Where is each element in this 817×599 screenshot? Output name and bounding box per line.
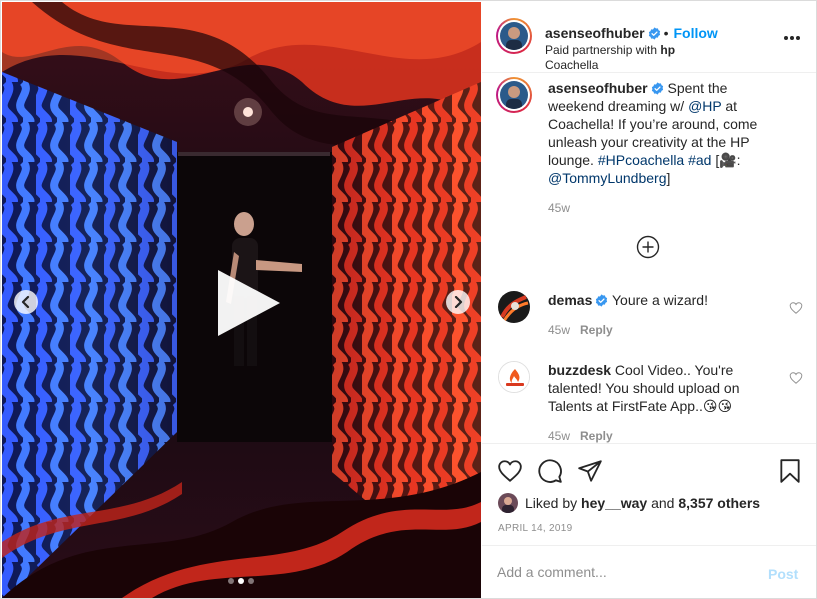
caption-timestamp[interactable]: 45w bbox=[548, 201, 570, 215]
reply-button[interactable]: Reply bbox=[580, 323, 613, 337]
plus-circle-icon[interactable] bbox=[636, 235, 660, 259]
liker-username[interactable]: hey__way bbox=[581, 495, 647, 511]
comment-input[interactable] bbox=[497, 560, 747, 584]
follow-button[interactable]: Follow bbox=[674, 25, 718, 41]
commenter-avatar[interactable] bbox=[498, 291, 530, 323]
avatar-image bbox=[498, 291, 530, 323]
avatar-image bbox=[499, 362, 529, 392]
caption-avatar[interactable] bbox=[496, 77, 532, 113]
likes-count[interactable]: 8,357 others bbox=[678, 495, 760, 511]
mention-hp[interactable]: @HP bbox=[688, 98, 721, 114]
post-comment-button[interactable]: Post bbox=[768, 566, 798, 582]
author-username[interactable]: asenseofhuber bbox=[545, 25, 645, 41]
commenter-avatar[interactable] bbox=[498, 361, 530, 393]
carousel-indicator bbox=[228, 578, 254, 584]
comment-meta: 45w Reply bbox=[548, 323, 613, 337]
verified-badge-icon bbox=[648, 27, 660, 40]
avatar-image bbox=[498, 493, 518, 513]
carousel-dot bbox=[228, 578, 234, 584]
post-header: asenseofhuber • Follow Paid partnership wi… bbox=[482, 1, 816, 73]
comment-timestamp[interactable]: 45w bbox=[548, 323, 570, 337]
comments-panel[interactable]: asenseofhuber Spent the weekend dreaming… bbox=[482, 73, 816, 443]
next-slide-button[interactable] bbox=[446, 290, 470, 314]
caption-body-4: ] bbox=[666, 170, 671, 186]
play-icon[interactable] bbox=[214, 268, 284, 338]
caption-text: asenseofhuber Spent the weekend dreaming… bbox=[548, 79, 778, 187]
partnership-prefix: Paid partnership with bbox=[545, 43, 658, 57]
avatar-image bbox=[500, 81, 528, 109]
carousel-dot-active bbox=[238, 578, 244, 584]
hashtag-ad[interactable]: #ad bbox=[688, 152, 711, 168]
comment-heart-icon[interactable] bbox=[789, 371, 803, 385]
caption-username[interactable]: asenseofhuber bbox=[548, 80, 648, 96]
carousel-dot bbox=[248, 578, 254, 584]
comment-meta: 45w Reply bbox=[548, 429, 613, 443]
separator-dot: • bbox=[663, 25, 669, 41]
action-bar: Liked by hey__way and 8,357 others APRIL… bbox=[482, 443, 816, 545]
commenter-username[interactable]: buzzdesk bbox=[548, 362, 611, 378]
more-options-icon-dot bbox=[790, 36, 794, 40]
commenter-username[interactable]: demas bbox=[548, 292, 592, 308]
comment-heart-icon[interactable] bbox=[789, 301, 803, 315]
more-options-icon bbox=[784, 36, 788, 40]
verified-badge-icon bbox=[596, 294, 608, 307]
hashtag-hpcoachella[interactable]: #HPcoachella bbox=[598, 152, 684, 168]
comment-text: buzzdesk Cool Video.. You're talented! Y… bbox=[548, 361, 763, 415]
previous-slide-button[interactable] bbox=[14, 290, 38, 314]
paper-plane-icon[interactable] bbox=[577, 458, 603, 484]
author-avatar[interactable] bbox=[496, 18, 532, 54]
heart-icon[interactable] bbox=[497, 458, 523, 484]
bookmark-icon[interactable] bbox=[777, 458, 803, 484]
comment-timestamp[interactable]: 45w bbox=[548, 429, 570, 443]
reply-button[interactable]: Reply bbox=[580, 429, 613, 443]
likes-conj: and bbox=[651, 495, 675, 511]
post-media[interactable] bbox=[2, 2, 481, 598]
likes-prefix: Liked by bbox=[525, 495, 578, 511]
verified-badge-icon bbox=[651, 82, 663, 95]
chevron-right-icon bbox=[454, 296, 463, 308]
avatar-image bbox=[500, 22, 528, 50]
liker-avatar[interactable] bbox=[498, 493, 518, 513]
more-options-icon-dot bbox=[796, 36, 800, 40]
mention-tommylundberg[interactable]: @TommyLundberg bbox=[548, 170, 667, 186]
header-user-line: asenseofhuber • Follow bbox=[545, 25, 718, 41]
more-options-button[interactable] bbox=[782, 28, 802, 48]
add-comment-bar: Post bbox=[482, 545, 816, 598]
location-link[interactable]: Coachella bbox=[545, 58, 598, 72]
caption-body-3: [🎥: bbox=[715, 152, 741, 168]
comment-icon[interactable] bbox=[537, 458, 563, 484]
partnership-line: Paid partnership with hp bbox=[545, 43, 675, 57]
partner-link[interactable]: hp bbox=[660, 43, 675, 57]
comment-text: demas Youre a wizard! bbox=[548, 291, 763, 309]
chevron-left-icon bbox=[21, 296, 30, 308]
likes-summary: Liked by hey__way and 8,357 others bbox=[498, 492, 760, 514]
comment-body: Youre a wizard! bbox=[612, 292, 708, 308]
post-sidebar: asenseofhuber • Follow Paid partnership wi… bbox=[482, 1, 816, 598]
post-date[interactable]: APRIL 14, 2019 bbox=[498, 523, 572, 534]
